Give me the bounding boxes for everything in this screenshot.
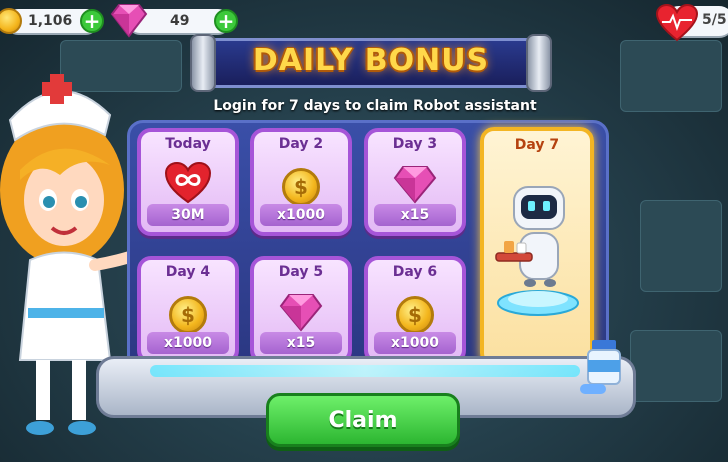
reward-day-label: Day 4 xyxy=(165,264,211,280)
reward-day-label: Day 5 xyxy=(278,264,324,280)
gem-icon xyxy=(279,294,323,332)
gem-icon xyxy=(393,166,437,204)
lives-count: 5/5 xyxy=(702,12,727,28)
medicine-bottle-icon xyxy=(580,340,621,394)
reward-amount: x15 xyxy=(260,332,342,354)
robot-assistant-icon xyxy=(495,186,579,316)
coin-icon: $ xyxy=(282,168,320,206)
reward-card-day-2[interactable]: Day 2 $ x1000 xyxy=(250,128,352,236)
reward-day-label: Day 3 xyxy=(392,136,438,152)
reward-card-day-7[interactable]: Day 7 xyxy=(480,127,594,367)
coin-icon: $ xyxy=(396,296,434,334)
platform-glow xyxy=(150,365,580,377)
banner-subtitle: Login for 7 days to claim Robot assistan… xyxy=(213,98,537,114)
claim-button[interactable]: Claim xyxy=(266,393,460,447)
reward-amount: x1000 xyxy=(147,332,229,354)
add-gems-button[interactable]: + xyxy=(214,9,238,33)
reward-card-day-3[interactable]: Day 3 x15 xyxy=(364,128,466,236)
add-coins-button[interactable]: + xyxy=(80,9,104,33)
coin-icon: $ xyxy=(169,296,207,334)
reward-day-label: Day 2 xyxy=(278,136,324,152)
reward-day-label: Day 6 xyxy=(392,264,438,280)
background-hospital-room xyxy=(640,200,722,292)
infinity-heart-icon xyxy=(165,162,211,204)
reward-card-day-5[interactable]: Day 5 x15 xyxy=(250,256,352,364)
reward-card-day-6[interactable]: Day 6 $ x1000 xyxy=(364,256,466,364)
reward-card-today[interactable]: Today 30M xyxy=(137,128,239,236)
reward-amount: x1000 xyxy=(260,204,342,226)
background-hospital-room xyxy=(620,40,722,112)
gem-count: 49 xyxy=(170,13,190,29)
reward-amount: x15 xyxy=(374,204,456,226)
reward-card-day-4[interactable]: Day 4 $ x1000 xyxy=(137,256,239,364)
coin-count: 1,106 xyxy=(28,13,73,29)
daily-bonus-banner: DAILY BONUS xyxy=(190,34,552,94)
gem-icon xyxy=(110,4,148,38)
reward-amount: x1000 xyxy=(374,332,456,354)
banner-title: DAILY BONUS xyxy=(252,43,490,78)
reward-day-label: Day 7 xyxy=(514,137,560,153)
reward-amount: 30M xyxy=(147,204,229,226)
reward-day-label: Today xyxy=(165,136,211,152)
background-hospital-room xyxy=(630,330,722,402)
heart-icon xyxy=(656,4,698,42)
